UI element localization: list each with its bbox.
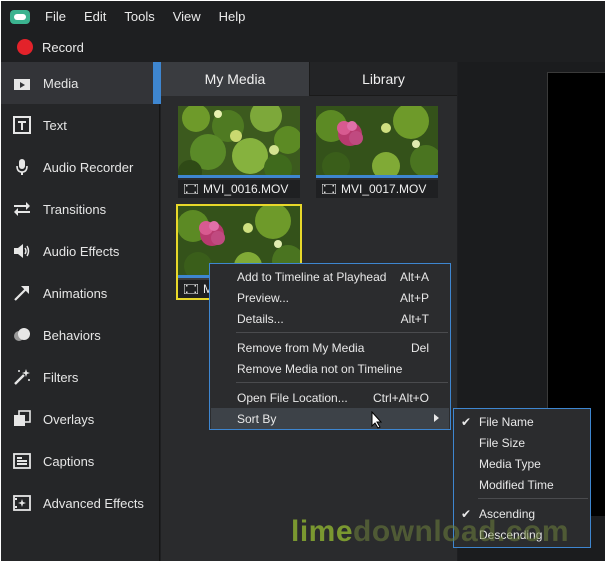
tab-my-media[interactable]: My Media — [161, 62, 309, 96]
media-icon — [11, 72, 33, 94]
video-file-icon — [184, 184, 198, 194]
clip-preview-image — [316, 106, 438, 178]
menu-bar: File Edit Tools View Help — [1, 1, 605, 33]
sidebar-item-captions[interactable]: Captions — [1, 440, 160, 482]
sidebar-item-label: Audio Recorder — [43, 159, 134, 175]
mouse-cursor-icon — [371, 411, 383, 429]
advanced-effects-icon — [11, 492, 33, 514]
sidebar-item-media[interactable]: Media — [1, 62, 161, 104]
media-tabs: My Media Library — [161, 62, 457, 96]
checkmark-icon: ✔ — [461, 506, 472, 521]
captions-icon — [11, 450, 33, 472]
overlays-icon — [11, 408, 33, 430]
menu-item-label: Remove Media not on Timeline — [237, 361, 403, 376]
sort-option-media-type[interactable]: Media Type — [455, 453, 589, 474]
sort-option-file-name[interactable]: ✔ File Name — [455, 411, 589, 432]
menu-item-shortcut: Alt+T — [400, 311, 429, 326]
menu-item-shortcut: Ctrl+Alt+O — [372, 390, 429, 405]
menu-item-label: Descending — [479, 527, 543, 542]
sidebar-item-transitions[interactable]: Transitions — [1, 188, 160, 230]
app-window: File Edit Tools View Help Record Media T… — [1, 1, 605, 561]
sidebar-item-behaviors[interactable]: Behaviors — [1, 314, 160, 356]
menu-edit[interactable]: Edit — [75, 1, 115, 33]
record-button[interactable]: Record — [1, 33, 605, 61]
sidebar-item-text[interactable]: Text — [1, 104, 160, 146]
clip-caption: MVI_0016.MOV — [178, 180, 300, 198]
menu-item-label: File Name — [479, 414, 534, 429]
sidebar-item-overlays[interactable]: Overlays — [1, 398, 160, 440]
menu-item-label: Remove from My Media — [237, 340, 365, 355]
checkmark-icon: ✔ — [461, 414, 472, 429]
sidebar-item-label: Audio Effects — [43, 243, 120, 259]
menu-item-label: Media Type — [479, 456, 541, 471]
menu-item-label: Open File Location... — [237, 390, 348, 405]
sidebar-item-filters[interactable]: Filters — [1, 356, 160, 398]
menu-item-remove-from-my-media[interactable]: Remove from My Media Del — [211, 337, 449, 358]
sidebar-item-label: Captions — [43, 453, 95, 469]
menu-item-shortcut: Alt+A — [399, 269, 429, 284]
menu-item-preview[interactable]: Preview... Alt+P — [211, 287, 449, 308]
tab-library[interactable]: Library — [309, 62, 457, 96]
menu-help[interactable]: Help — [210, 1, 255, 33]
menu-item-sort-by[interactable]: Sort By — [211, 408, 449, 429]
video-file-icon — [184, 284, 198, 294]
magic-wand-icon — [11, 366, 33, 388]
menu-separator — [236, 382, 448, 383]
sort-by-submenu: ✔ File Name File Size Media Type Modifie… — [453, 408, 591, 548]
menu-item-details[interactable]: Details... Alt+T — [211, 308, 449, 329]
menu-item-shortcut: Del — [410, 340, 429, 355]
context-menu: Add to Timeline at Playhead Alt+A Previe… — [209, 263, 451, 430]
sidebar-item-audio-recorder[interactable]: Audio Recorder — [1, 146, 160, 188]
menu-item-open-file-location[interactable]: Open File Location... Ctrl+Alt+O — [211, 387, 449, 408]
clip-caption: MVI_0017.MOV — [316, 180, 438, 198]
menu-item-label: Ascending — [479, 506, 536, 521]
text-icon — [11, 114, 33, 136]
arrow-icon — [11, 282, 33, 304]
menu-separator — [236, 332, 448, 333]
sidebar-item-label: Filters — [43, 369, 79, 385]
menu-item-label: File Size — [479, 435, 526, 450]
media-clip-thumbnail[interactable]: MVI_0016.MOV — [178, 106, 300, 198]
sidebar-item-label: Overlays — [43, 411, 95, 427]
menu-view[interactable]: View — [164, 1, 210, 33]
sidebar-item-audio-effects[interactable]: Audio Effects — [1, 230, 160, 272]
sort-option-modified-time[interactable]: Modified Time — [455, 474, 589, 495]
menu-item-label: Add to Timeline at Playhead — [237, 269, 387, 284]
menu-item-remove-media-not-on-timeline[interactable]: Remove Media not on Timeline — [211, 358, 449, 379]
record-label: Record — [42, 39, 84, 55]
clip-name: MVI_0017.MOV — [341, 182, 427, 196]
submenu-arrow-icon — [434, 414, 439, 422]
menu-item-label: Modified Time — [479, 477, 554, 492]
record-icon — [17, 39, 33, 55]
menu-file[interactable]: File — [36, 1, 75, 33]
sort-option-descending[interactable]: Descending — [455, 524, 589, 545]
behaviors-icon — [11, 324, 33, 346]
sidebar-item-label: Animations — [43, 285, 108, 301]
sort-option-file-size[interactable]: File Size — [455, 432, 589, 453]
sidebar-item-animations[interactable]: Animations — [1, 272, 160, 314]
sidebar-item-label: Behaviors — [43, 327, 101, 343]
media-clip-thumbnail[interactable]: MVI_0017.MOV — [316, 106, 438, 198]
sidebar-item-label: Media — [43, 75, 79, 91]
sidebar-item-label: Advanced Effects — [43, 495, 144, 511]
clip-preview-image — [178, 106, 300, 178]
sort-option-ascending[interactable]: ✔ Ascending — [455, 503, 589, 524]
menu-item-label: Details... — [237, 311, 284, 326]
sidebar-item-advanced-effects[interactable]: Advanced Effects — [1, 482, 160, 524]
clip-name: MVI_0016.MOV — [203, 182, 289, 196]
sidebar-item-label: Text — [43, 117, 67, 133]
app-logo-icon — [10, 10, 30, 24]
microphone-icon — [11, 156, 33, 178]
menu-item-label: Sort By — [237, 411, 277, 426]
menu-item-label: Preview... — [237, 290, 290, 305]
menu-separator — [478, 498, 588, 499]
menu-item-shortcut: Alt+P — [399, 290, 429, 305]
speaker-icon — [11, 240, 33, 262]
transitions-icon — [11, 198, 33, 220]
sidebar-item-label: Transitions — [43, 201, 107, 217]
menu-tools[interactable]: Tools — [115, 1, 163, 33]
video-file-icon — [322, 184, 336, 194]
sidebar: Media Text Audio Recorder Transitions Au… — [1, 62, 161, 561]
menu-item-add-to-timeline[interactable]: Add to Timeline at Playhead Alt+A — [211, 266, 449, 287]
